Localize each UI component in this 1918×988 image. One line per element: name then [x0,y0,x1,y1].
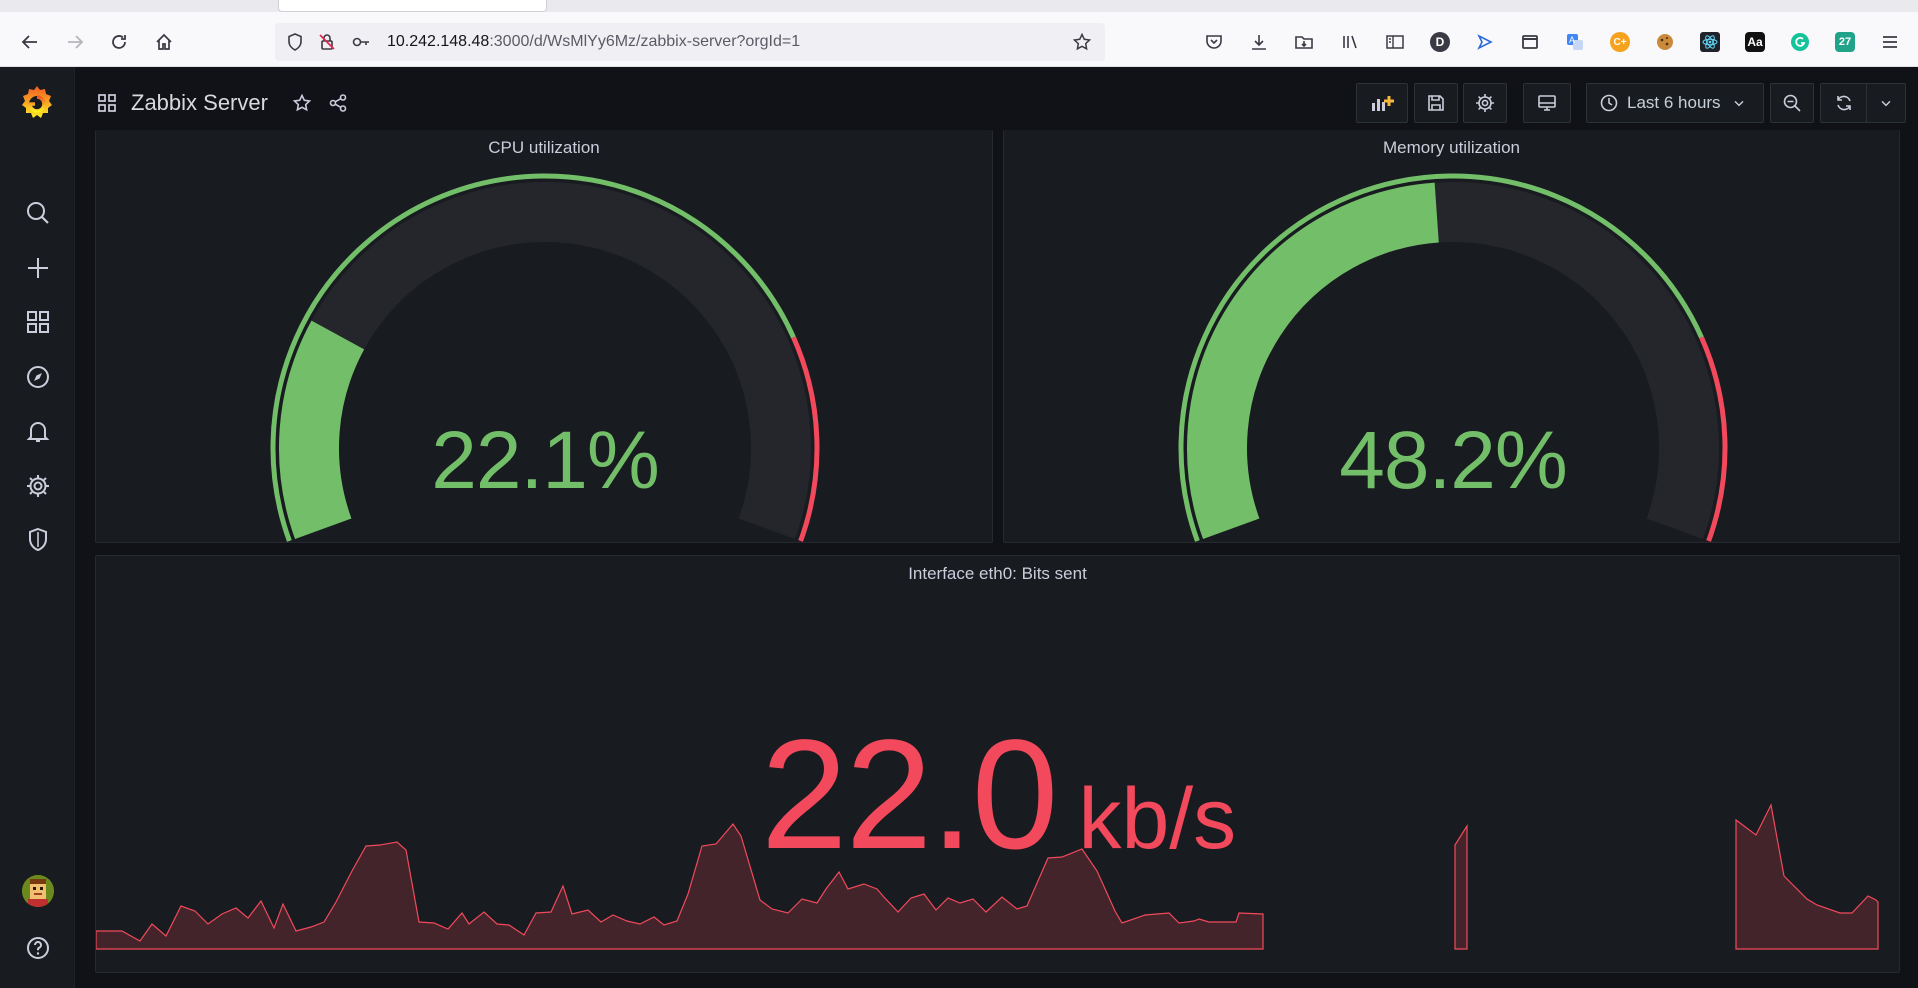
refresh-icon [1836,95,1851,111]
zoom-out-button[interactable] [1770,83,1814,123]
memory-utilization-panel[interactable]: Memory utilization 48.2% [1003,130,1900,543]
help-icon[interactable] [22,932,54,964]
user-avatar[interactable] [22,875,54,907]
insecure-connection-icon[interactable] [317,32,337,52]
dashboard-title[interactable]: Zabbix Server [131,90,268,116]
stat-number: 22.0 [760,708,1059,882]
dashboards-icon[interactable] [22,306,54,338]
settings-gear-icon [1476,94,1494,112]
grafana-logo-icon[interactable] [17,83,57,123]
extensions-folder-icon[interactable] [1292,30,1316,54]
favorite-star-icon[interactable] [290,91,314,115]
monitor-icon [1538,95,1556,111]
refresh-button[interactable] [1821,84,1867,122]
url-path: :3000/d/WsMlYy6Mz/zabbix-server?orgId=1 [489,33,801,50]
window-icon[interactable] [1518,30,1542,54]
cpu-gauge-value: 22.1% [431,415,660,506]
dashboard-title-bar: Zabbix Server [95,89,350,117]
pocket-icon[interactable] [1202,30,1226,54]
save-icon [1428,95,1444,111]
chevron-down-icon [1734,100,1744,107]
download-icon[interactable] [1247,30,1271,54]
back-button[interactable] [17,29,43,55]
forward-button[interactable] [62,29,88,55]
alerting-bell-icon[interactable] [22,415,54,447]
stat-unit: kb/s [1078,771,1237,867]
c-plus-extension-icon[interactable]: C+ [1608,30,1632,54]
interface-eth0-bits-sent-panel[interactable]: Interface eth0: Bits sent 22.0 kb/s [95,555,1900,973]
27-extension-icon[interactable]: 27 [1833,30,1857,54]
chevron-down-icon [1881,100,1891,107]
url-host: 10.242.148.48 [387,33,490,50]
save-dashboard-button[interactable] [1414,83,1458,123]
zoom-out-icon [1783,94,1801,112]
grammarly-icon[interactable] [1788,30,1812,54]
forward-arrow-icon [68,35,84,49]
translate-icon[interactable]: A [1563,30,1587,54]
shield-icon[interactable] [285,32,305,52]
reload-button[interactable] [106,29,132,55]
reader-view-icon[interactable] [1383,30,1407,54]
time-picker-button[interactable]: Last 6 hours [1586,83,1764,123]
reload-icon [112,35,126,49]
d-extension-icon[interactable]: D [1428,30,1452,54]
create-plus-icon[interactable] [22,252,54,284]
library-icon[interactable] [1338,30,1362,54]
search-icon[interactable] [22,197,54,229]
apps-grid-icon [95,91,119,115]
configuration-gear-icon[interactable] [22,470,54,502]
tab-strip [0,0,1918,12]
refresh-button-group [1820,83,1906,123]
home-icon [156,33,172,50]
browser-toolbar: 10.242.148.48:3000/d/WsMlYy6Mz/zabbix-se… [0,0,1918,67]
cookie-icon[interactable] [1653,30,1677,54]
key-icon[interactable] [351,32,371,52]
clock-icon [1600,94,1618,112]
server-admin-shield-icon[interactable] [22,524,54,556]
add-panel-button[interactable] [1356,83,1408,123]
react-devtools-icon[interactable] [1698,30,1722,54]
aa-extension-icon[interactable]: Aa [1743,30,1767,54]
stat-value: 22.0 kb/s [96,706,1901,885]
time-range-label: Last 6 hours [1627,93,1721,112]
explore-compass-icon[interactable] [22,361,54,393]
gauge-value-arc [279,320,365,539]
share-icon[interactable] [326,91,350,115]
svg-text:A: A [1569,35,1575,45]
home-button[interactable] [151,29,177,55]
bookmark-star-icon[interactable] [1072,32,1092,52]
url-bar[interactable]: 10.242.148.48:3000/d/WsMlYy6Mz/zabbix-se… [275,23,1105,61]
avatar-pixel-icon [22,875,54,907]
memory-gauge-value: 48.2% [1339,415,1568,506]
refresh-interval-dropdown[interactable] [1867,84,1905,122]
send-extension-icon[interactable] [1473,30,1497,54]
dashboard-navbar: Zabbix Server Last 6 hours [75,67,1918,137]
dashboard-settings-button[interactable] [1463,83,1507,123]
back-arrow-icon [21,35,37,49]
add-panel-icon [1372,96,1394,111]
cpu-utilization-panel[interactable]: CPU utilization 22.1% [95,130,993,543]
menu-icon[interactable] [1878,30,1902,54]
url-text[interactable]: 10.242.148.48:3000/d/WsMlYy6Mz/zabbix-se… [387,33,800,51]
cycle-view-mode-button[interactable] [1523,83,1571,123]
grafana-sidebar [0,67,75,988]
active-tab[interactable] [278,0,547,12]
